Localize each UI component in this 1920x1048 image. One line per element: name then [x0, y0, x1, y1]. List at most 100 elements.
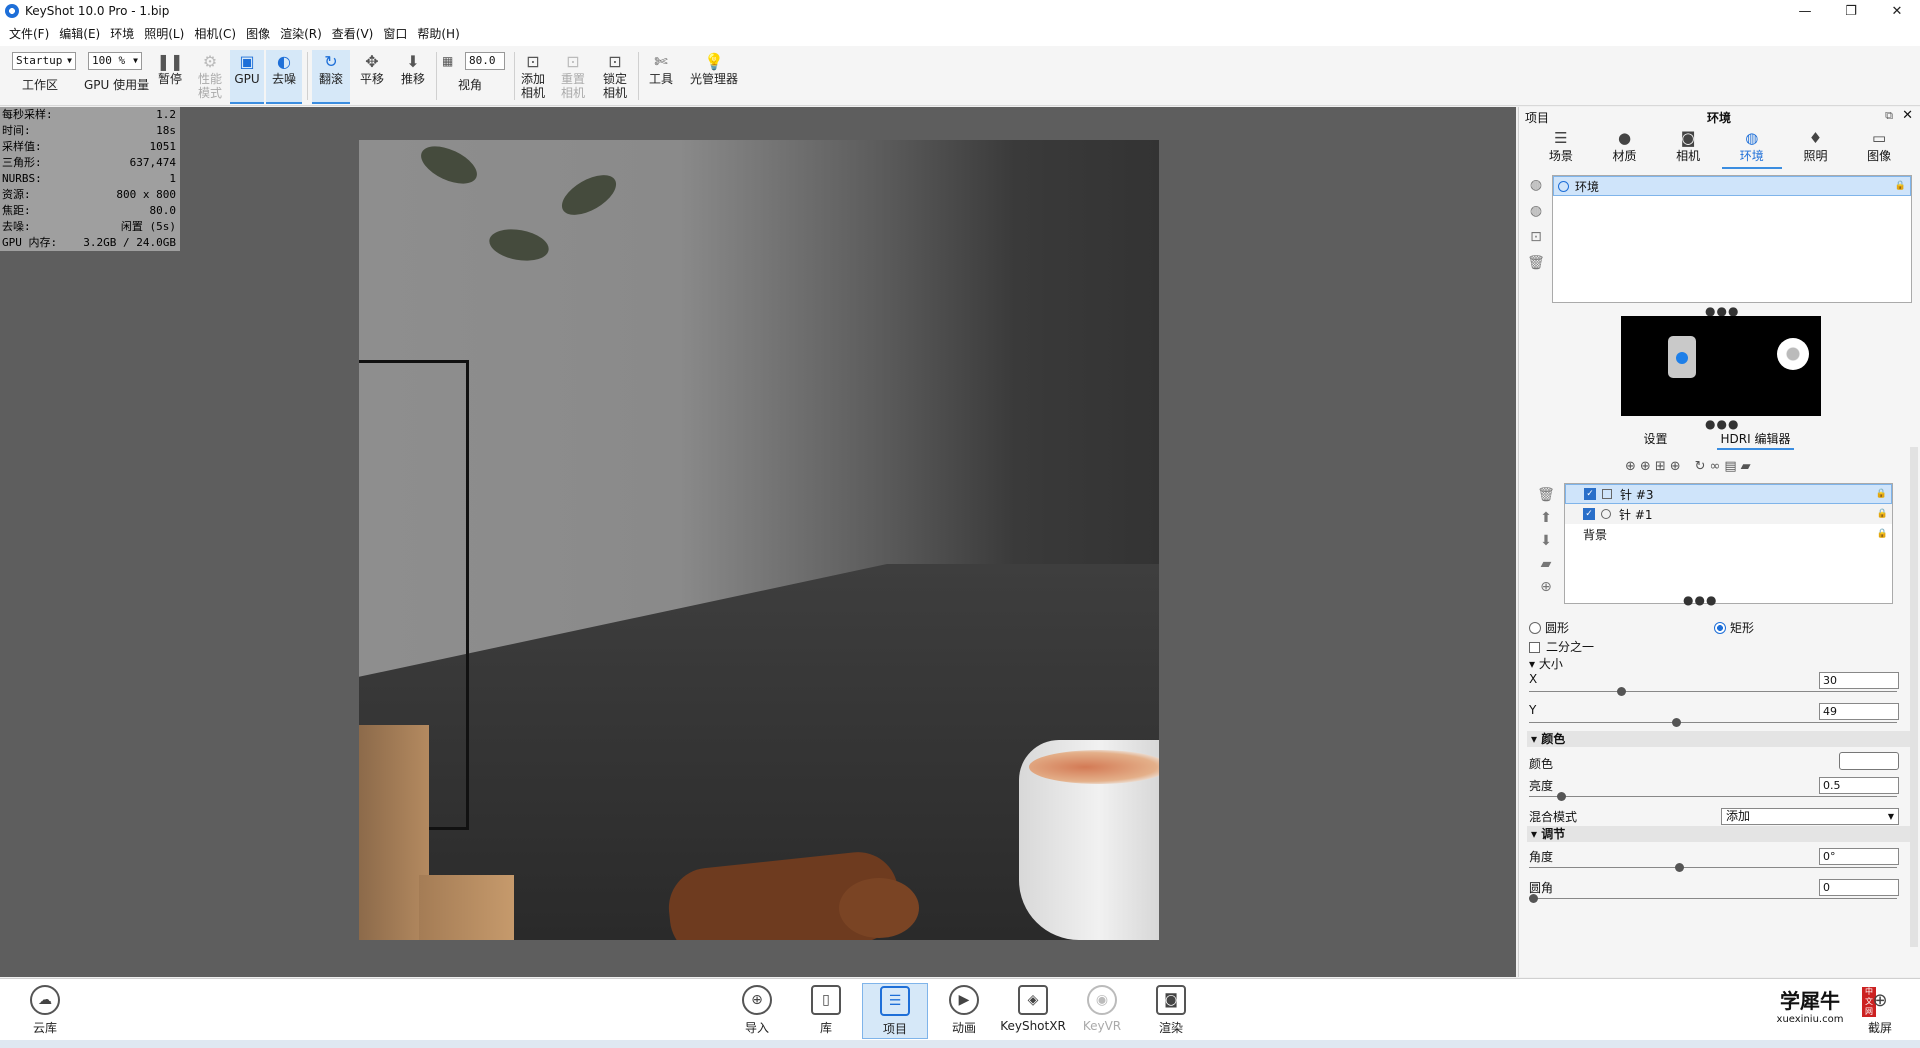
- screenshot-button[interactable]: ⊕ 截屏: [1850, 983, 1910, 1039]
- add-camera-button[interactable]: ⊡ 添加 相机: [518, 50, 548, 104]
- import-button[interactable]: ⊕ 导入: [724, 983, 790, 1039]
- keyshotxr-button[interactable]: ◈ KeyShotXR: [1000, 983, 1066, 1039]
- tools-button[interactable]: ✄ 工具: [644, 50, 678, 104]
- gpu-toggle-button[interactable]: ▣ GPU: [230, 50, 264, 104]
- rounding-slider[interactable]: [1529, 894, 1897, 903]
- render-button[interactable]: ◙ 渲染: [1138, 983, 1204, 1039]
- tab-camera[interactable]: ◙ 相机: [1658, 129, 1718, 169]
- menu-help[interactable]: 帮助(H): [412, 22, 464, 46]
- menu-lighting[interactable]: 照明(L): [139, 22, 189, 46]
- rounding-input[interactable]: 0: [1819, 879, 1899, 896]
- add-image-icon[interactable]: ⊞: [1655, 459, 1666, 474]
- radio-circle[interactable]: 圆形: [1529, 621, 1569, 635]
- animation-button[interactable]: ▶ 动画: [931, 983, 997, 1039]
- angle-input[interactable]: 0°: [1819, 848, 1899, 865]
- menu-window[interactable]: 窗口: [378, 22, 412, 46]
- color-swatch[interactable]: [1839, 752, 1899, 770]
- light-manager-button[interactable]: 💡 光管理器: [686, 50, 742, 104]
- close-button[interactable]: ✕: [1874, 0, 1920, 22]
- brightness-slider[interactable]: [1529, 792, 1897, 801]
- slider-knob[interactable]: [1529, 894, 1538, 903]
- tab-lighting[interactable]: ♦ 照明: [1785, 129, 1845, 169]
- slider-knob[interactable]: [1675, 863, 1684, 872]
- environment-settings-icon[interactable]: ⊡: [1530, 229, 1542, 245]
- folder-open-icon[interactable]: ▰: [1541, 556, 1552, 572]
- x-slider[interactable]: [1529, 687, 1897, 696]
- denoise-toggle-button[interactable]: ◐ 去噪: [266, 50, 302, 104]
- workspace-select[interactable]: Startup ▼: [12, 52, 76, 70]
- add-pin-down-icon[interactable]: ⊕: [1670, 459, 1681, 474]
- render-image[interactable]: [359, 140, 1159, 940]
- light-list-item[interactable]: 背景 🔒: [1565, 524, 1892, 544]
- minimize-button[interactable]: —: [1782, 0, 1828, 22]
- fov-input[interactable]: 80.0: [465, 52, 505, 70]
- close-icon[interactable]: ✕: [1902, 108, 1913, 123]
- link-icon[interactable]: ∞: [1710, 459, 1721, 474]
- trash-icon[interactable]: 🗑: [1537, 487, 1555, 503]
- size-section-toggle[interactable]: ▾ 大小: [1529, 655, 1899, 672]
- save-icon[interactable]: ▤: [1724, 459, 1736, 474]
- menu-image[interactable]: 图像: [241, 22, 275, 46]
- checkbox-checked-icon[interactable]: ✓: [1584, 488, 1596, 500]
- target-icon[interactable]: ⊕: [1540, 579, 1552, 595]
- arrow-up-icon[interactable]: ⬆: [1540, 510, 1552, 526]
- refresh-icon[interactable]: ↻: [1695, 459, 1706, 474]
- arrow-down-icon[interactable]: ⬇: [1540, 533, 1552, 549]
- splitter-handle[interactable]: ●●●: [1683, 593, 1717, 607]
- duplicate-environment-icon[interactable]: ◍: [1530, 203, 1542, 219]
- light-list-item[interactable]: ✓ 针 #1 🔒: [1565, 504, 1892, 524]
- cloud-library-button[interactable]: ☁ 云库: [12, 983, 78, 1039]
- project-button[interactable]: ☰ 项目: [862, 983, 928, 1039]
- radio-rectangle[interactable]: 矩形: [1714, 619, 1754, 636]
- pause-button[interactable]: ❚❚ 暂停: [152, 50, 188, 104]
- slider-knob[interactable]: [1557, 792, 1566, 801]
- undock-icon[interactable]: ⧉: [1885, 109, 1893, 123]
- hdri-preview[interactable]: [1621, 316, 1821, 416]
- library-button[interactable]: ▯ 库: [793, 983, 859, 1039]
- add-pin-icon[interactable]: ⊕: [1625, 459, 1636, 474]
- tab-environment[interactable]: ◍ 环境: [1721, 129, 1782, 169]
- slider-knob[interactable]: [1617, 687, 1626, 696]
- tab-material[interactable]: ● 材质: [1594, 129, 1654, 169]
- x-input[interactable]: 30: [1819, 672, 1899, 689]
- performance-mode-button[interactable]: ⚙ 性能 模式: [192, 50, 228, 104]
- tab-image[interactable]: ▭ 图像: [1849, 129, 1909, 169]
- add-environment-icon[interactable]: ◍: [1530, 177, 1542, 193]
- trash-icon[interactable]: 🗑: [1527, 255, 1545, 271]
- splitter-handle[interactable]: ●●●: [1705, 417, 1739, 431]
- pan-button[interactable]: ✥ 平移: [354, 50, 390, 104]
- blend-mode-select[interactable]: 添加 ▼: [1721, 808, 1899, 825]
- y-input[interactable]: 49: [1819, 703, 1899, 720]
- lock-icon[interactable]: 🔒: [1876, 489, 1887, 499]
- lock-icon[interactable]: 🔒: [1877, 509, 1888, 519]
- gpu-usage-select[interactable]: 100 % ▼: [88, 52, 142, 70]
- tab-settings[interactable]: 设置: [1644, 430, 1668, 450]
- checkbox-checked-icon[interactable]: ✓: [1583, 508, 1595, 520]
- menu-edit[interactable]: 编辑(E): [54, 22, 105, 46]
- tab-hdri-editor[interactable]: HDRI 编辑器: [1716, 430, 1795, 450]
- add-sun-icon[interactable]: ⊕: [1640, 459, 1651, 474]
- adjust-section-header[interactable]: ▾ 调节: [1527, 826, 1912, 842]
- light-list-item[interactable]: ✓ 针 #3 🔒: [1565, 484, 1892, 504]
- lock-icon[interactable]: 🔒: [1895, 181, 1906, 191]
- lock-camera-button[interactable]: ⊡ 锁定 相机: [600, 50, 630, 104]
- menu-file[interactable]: 文件(F): [4, 22, 54, 46]
- half-option[interactable]: 二分之一: [1529, 638, 1899, 655]
- folder-icon[interactable]: ▰: [1741, 459, 1751, 474]
- menu-render[interactable]: 渲染(R): [275, 22, 327, 46]
- tab-scene[interactable]: ☰ 场景: [1531, 129, 1591, 169]
- maximize-button[interactable]: ❐: [1828, 0, 1874, 22]
- dolly-button[interactable]: ⬇ 推移: [394, 50, 432, 104]
- menu-view[interactable]: 查看(V): [327, 22, 379, 46]
- panel-scrollbar[interactable]: [1910, 447, 1918, 947]
- menu-environment[interactable]: 环境: [105, 22, 139, 46]
- tumble-button[interactable]: ↻ 翻滚: [312, 50, 350, 104]
- menu-camera[interactable]: 相机(C): [189, 22, 241, 46]
- environment-list-item[interactable]: 环境 🔒: [1553, 176, 1911, 196]
- slider-knob[interactable]: [1672, 718, 1681, 727]
- brightness-input[interactable]: 0.5: [1819, 777, 1899, 794]
- keyvr-button[interactable]: ◉ KeyVR: [1069, 983, 1135, 1039]
- color-section-header[interactable]: ▾ 颜色: [1527, 731, 1912, 747]
- angle-slider[interactable]: [1529, 863, 1897, 872]
- lock-icon[interactable]: 🔒: [1877, 529, 1888, 539]
